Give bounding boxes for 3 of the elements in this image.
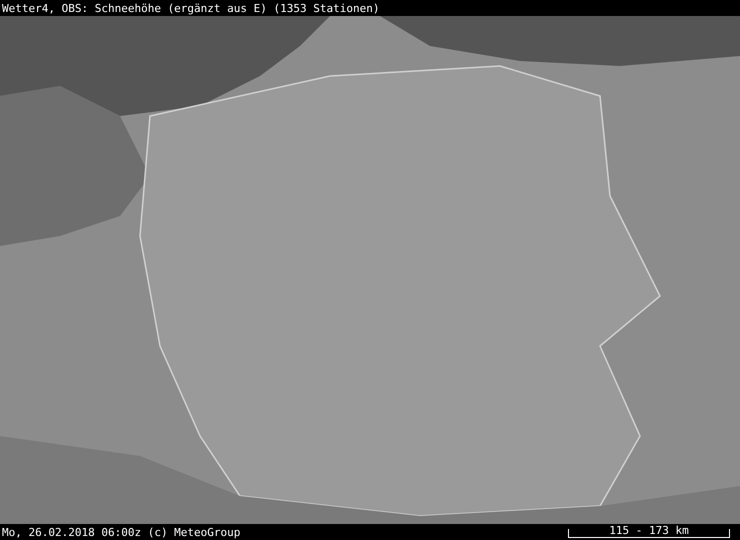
timestamp: Mo, 26.02.2018 06:00z (c) MeteoGroup	[2, 526, 240, 538]
scale-label: 115 - 173 km	[609, 524, 689, 536]
map-title: Wetter4, OBS: Schneehöhe (ergänzt aus E) (1353 Stationen)	[2, 2, 380, 14]
